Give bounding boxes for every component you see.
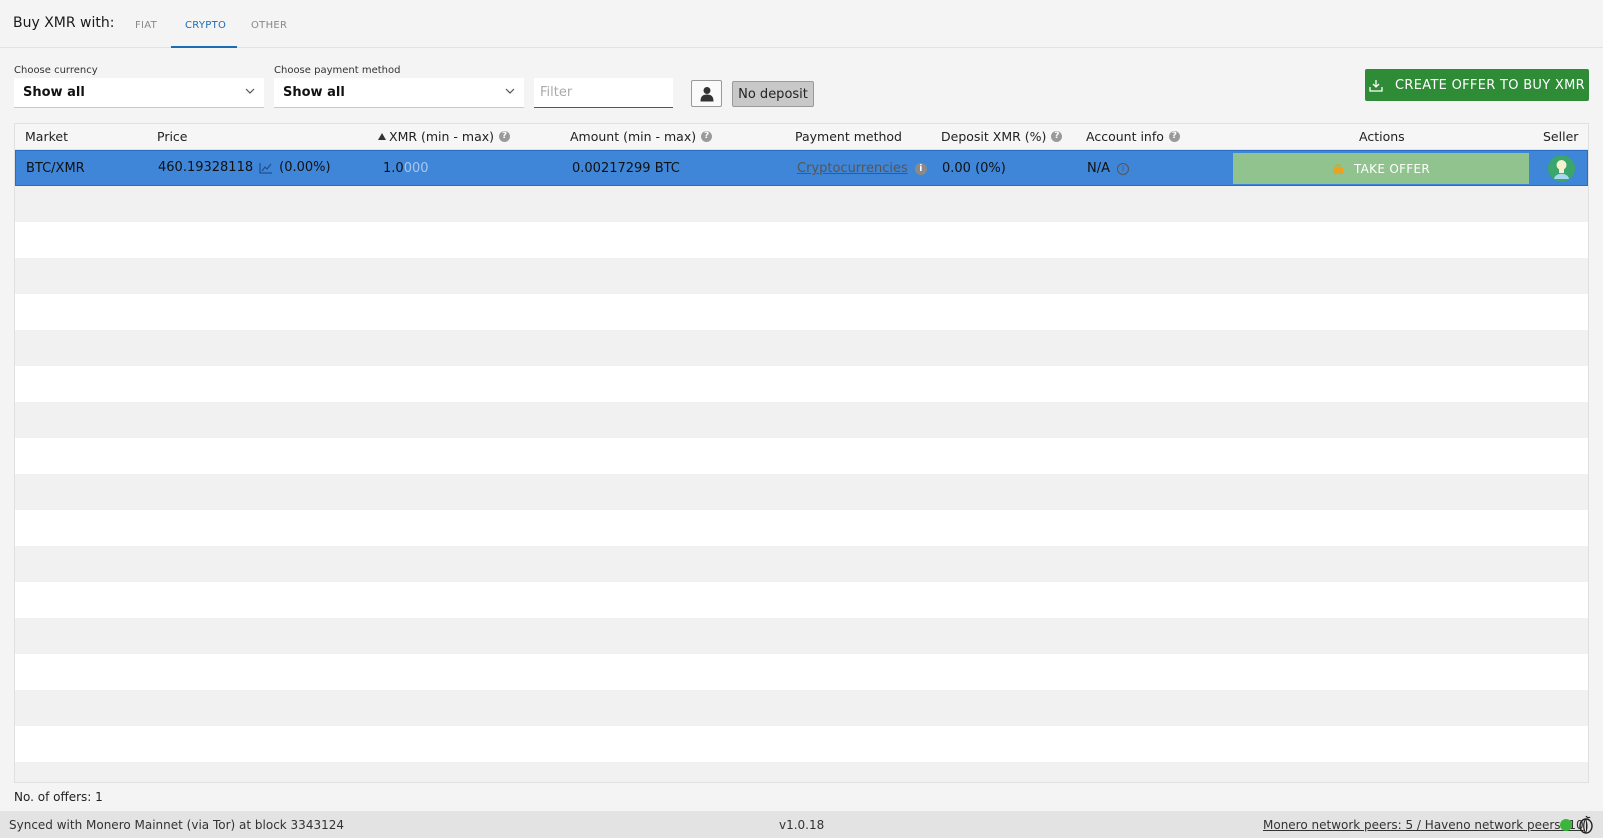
status-bar: Synced with Monero Mainnet (via Tor) at … [0,811,1603,838]
column-seller: Seller [1543,129,1578,144]
tab-fiat[interactable]: FIAT [135,20,157,31]
xmr-amount-cell: 1.0 000 [383,161,429,176]
currency-label: Choose currency [14,65,98,76]
column-label: Amount (min - max) [570,129,697,144]
market-cell: BTC/XMR [26,161,85,176]
payment-method-label: Choose payment method [274,65,401,76]
price-change: (0.00%) [279,160,331,175]
app-version: v1.0.18 [779,818,825,832]
chevron-down-icon [245,88,255,94]
currency-select-value: Show all [23,85,85,100]
empty-row [15,258,1588,294]
seller-avatar[interactable] [1548,155,1575,182]
tor-onion-icon [1579,815,1593,834]
column-xmr[interactable]: XMR (min - max) ? [378,129,511,144]
offers-count: No. of offers: 1 [14,790,103,804]
create-offer-button[interactable]: CREATE OFFER TO BUY XMR [1365,69,1589,101]
robot-avatar-icon [1548,155,1575,182]
xmr-amount-main: 1.0 [383,161,404,176]
help-icon[interactable]: ? [1051,131,1063,142]
tab-other[interactable]: OTHER [251,20,287,31]
column-deposit[interactable]: Deposit XMR (%) ? [941,129,1063,144]
account-info-value: N/A [1087,161,1110,176]
amount-cell: 0.00217299 BTC [572,161,680,176]
column-label: Payment method [795,129,902,144]
xmr-amount-faded: 000 [403,161,429,176]
take-offer-button[interactable]: TAKE OFFER [1233,153,1529,184]
user-icon [700,86,713,101]
help-icon[interactable]: ? [701,131,713,142]
column-actions: Actions [1359,129,1405,144]
column-amount[interactable]: Amount (min - max) ? [570,129,713,144]
filter-input[interactable] [534,78,673,108]
connection-status-dot [1560,819,1572,831]
currency-select[interactable]: Show all [14,78,264,108]
empty-row [15,186,1588,222]
table-header: Market Price XMR (min - max) ? Amount (m… [15,124,1588,150]
column-label: Actions [1359,129,1405,144]
sync-status: Synced with Monero Mainnet (via Tor) at … [9,818,344,832]
price-chart-icon[interactable] [259,162,273,174]
payment-method-cell: Cryptocurrencies i [797,161,927,176]
take-offer-label: TAKE OFFER [1353,161,1431,176]
payment-method-select-value: Show all [283,85,345,100]
help-icon[interactable]: ? [499,131,511,142]
info-icon[interactable]: i [1117,162,1129,175]
empty-row [15,654,1588,690]
empty-row [15,618,1588,654]
deposit-cell: 0.00 (0%) [942,161,1006,176]
network-peers-link[interactable]: Monero network peers: 5 / Haveno network… [1263,818,1584,832]
empty-row [15,294,1588,330]
create-offer-label: CREATE OFFER TO BUY XMR [1395,77,1585,93]
empty-row [15,726,1588,762]
empty-row [15,402,1588,438]
empty-row [15,330,1588,366]
column-market[interactable]: Market [25,129,68,144]
user-filter-button[interactable] [691,80,722,107]
active-tab-indicator [171,46,237,48]
offers-table: Market Price XMR (min - max) ? Amount (m… [14,123,1589,783]
empty-row [15,690,1588,726]
price-cell: 460.19328118 (0.00%) [158,160,331,175]
payment-method-link[interactable]: Cryptocurrencies [797,161,908,176]
column-label: XMR (min - max) [389,129,495,144]
empty-row [15,546,1588,582]
empty-row [15,474,1588,510]
column-price[interactable]: Price [157,129,188,144]
header: Buy XMR with: FIAT CRYPTO OTHER [0,0,1603,48]
help-icon[interactable]: ? [1168,131,1180,142]
empty-row [15,510,1588,546]
table-row[interactable]: BTC/XMR 460.19328118 (0.00%) 1.0 000 0.00… [15,150,1588,186]
bag-icon [1332,163,1343,174]
column-account-info[interactable]: Account info ? [1086,129,1180,144]
chevron-down-icon [505,88,515,94]
tab-crypto[interactable]: CRYPTO [185,20,226,31]
download-icon [1369,79,1383,92]
page-title: Buy XMR with: [13,15,115,31]
payment-method-select[interactable]: Show all [274,78,524,108]
empty-row [15,582,1588,618]
no-deposit-toggle[interactable]: No deposit [732,81,814,107]
column-label: Deposit XMR (%) [941,129,1047,144]
price-value: 460.19328118 [158,160,254,175]
account-info-cell: N/A i [1087,161,1129,176]
column-label: Seller [1543,129,1579,144]
empty-row [15,762,1588,782]
column-label: Market [25,129,68,144]
empty-row [15,438,1588,474]
sort-ascending-icon [378,133,386,140]
empty-row [15,366,1588,402]
column-label: Price [157,129,188,144]
info-icon[interactable]: i [914,162,927,175]
column-label: Account info [1086,129,1164,144]
column-payment-method[interactable]: Payment method [795,129,902,144]
empty-row [15,222,1588,258]
